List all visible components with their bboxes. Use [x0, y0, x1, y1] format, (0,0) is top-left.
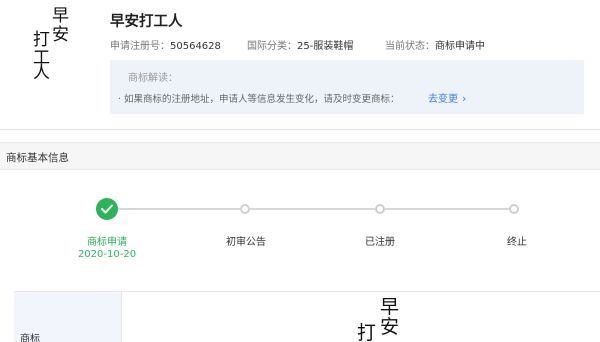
trademark-name: 早安打工人 — [110, 14, 183, 30]
reg-number-label: 申请注册号： — [110, 41, 170, 52]
info-label-cell: 商标 — [14, 292, 122, 342]
trademark-image-char: 打 — [33, 30, 50, 50]
progress-track — [250, 208, 375, 210]
trademark-image-char: 早 — [380, 296, 400, 318]
step-label: 初审公告 — [226, 237, 266, 248]
trademark-image-char: 早 — [52, 6, 69, 26]
intl-class-field: 国际分类：25-服装鞋帽 — [247, 37, 353, 52]
reg-number-field: 申请注册号：50564628 — [110, 37, 221, 52]
trademark-image-char: 打 — [357, 322, 377, 342]
trademark-image: 早 安 打 工 人 — [30, 6, 78, 82]
step-label: 终止 — [507, 237, 527, 248]
notice-text: · 如果商标的注册地址，申请人等信息发生变化，请及时变更商标： — [118, 94, 400, 105]
status-value: 商标申请中 — [435, 41, 485, 52]
trademark-image-char: 安 — [52, 25, 69, 45]
notice-title: 商标解读： — [128, 73, 178, 84]
trademark-image-large: 早 安 打 — [352, 298, 432, 342]
step-pending-dot — [509, 204, 519, 214]
step-complete-check-icon — [96, 198, 118, 220]
section-title: 商标基本信息 — [6, 152, 69, 164]
step-date: 2020-10-20 — [77, 249, 137, 260]
progress-track — [118, 208, 240, 210]
intl-class-label: 国际分类： — [247, 41, 297, 52]
step-pending-dot — [375, 204, 385, 214]
step-label: 商标申请 — [87, 237, 127, 248]
notice-box: 商标解读： · 如果商标的注册地址，申请人等信息发生变化，请及时变更商标： 去变… — [110, 60, 584, 114]
trademark-image-char: 人 — [33, 63, 50, 83]
change-link-label[interactable]: 去变更 — [428, 94, 458, 105]
divider — [0, 129, 600, 130]
step-label: 已注册 — [365, 237, 395, 248]
section-header: 商标基本信息 — [0, 142, 600, 170]
reg-number-value: 50564628 — [170, 41, 221, 52]
status-label: 当前状态： — [385, 41, 435, 52]
progress-track — [385, 208, 509, 210]
status-field: 当前状态：商标申请中 — [385, 37, 485, 52]
chevron-right-icon[interactable]: › — [462, 92, 466, 105]
change-link[interactable]: 去变更 › — [428, 90, 466, 105]
step-pending-dot — [240, 204, 250, 214]
info-label: 商标 — [20, 334, 40, 342]
trademark-image-char: 安 — [380, 316, 400, 338]
info-table: 商标 — [14, 291, 600, 342]
intl-class-value: 25-服装鞋帽 — [297, 41, 354, 52]
